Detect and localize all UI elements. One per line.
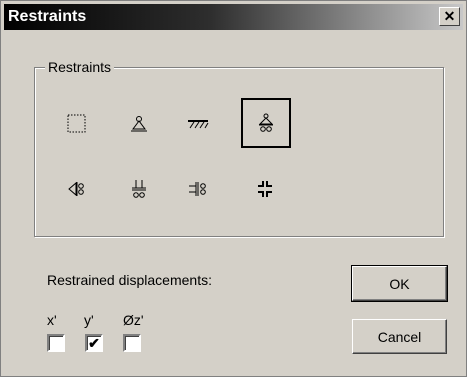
restraint-roller-left-button[interactable] (57, 169, 97, 209)
x-displacement-checkbox[interactable] (47, 334, 65, 352)
rotation-z-displacement-checkbox[interactable] (123, 334, 141, 352)
restraint-roller-button[interactable] (241, 98, 291, 148)
roller-right-icon (189, 182, 206, 196)
roller-left-icon (68, 181, 84, 197)
y-displacement-checkbox[interactable]: ✔ (85, 334, 103, 352)
empty-restraint-icon (67, 114, 86, 133)
close-icon: ✕ (443, 8, 456, 24)
restraint-roller-bottom-button[interactable] (119, 169, 159, 209)
clamp-icon (258, 181, 272, 197)
roller-support-icon (258, 113, 274, 132)
restraint-clamp-button[interactable] (245, 169, 285, 209)
title-bar: Restraints ✕ (4, 4, 463, 30)
checkmark-icon: ✔ (88, 334, 100, 351)
y-displacement-label: y' (84, 312, 94, 328)
restraint-fixed-button[interactable] (178, 104, 218, 144)
fixed-wall-icon (188, 120, 209, 129)
ok-button[interactable]: OK (351, 265, 448, 302)
restraint-empty-button[interactable] (57, 104, 97, 144)
restraint-pin-button[interactable] (119, 104, 159, 144)
restrained-displacements-label: Restrained displacements: (47, 272, 212, 288)
rotation-z-displacement-label: Øz' (123, 312, 144, 328)
restraints-group-label: Restraints (45, 59, 115, 75)
x-displacement-label: x' (47, 312, 57, 328)
restraints-groupbox (34, 67, 444, 237)
close-button[interactable]: ✕ (439, 7, 460, 26)
roller-bottom-icon (132, 180, 146, 198)
restraint-roller-right-button[interactable] (178, 169, 218, 209)
pin-support-icon (131, 116, 147, 132)
restraints-dialog: Restraints ✕ Restraints Restrained displ… (0, 0, 467, 377)
cancel-button[interactable]: Cancel (352, 319, 447, 354)
dialog-title: Restraints (8, 8, 87, 25)
